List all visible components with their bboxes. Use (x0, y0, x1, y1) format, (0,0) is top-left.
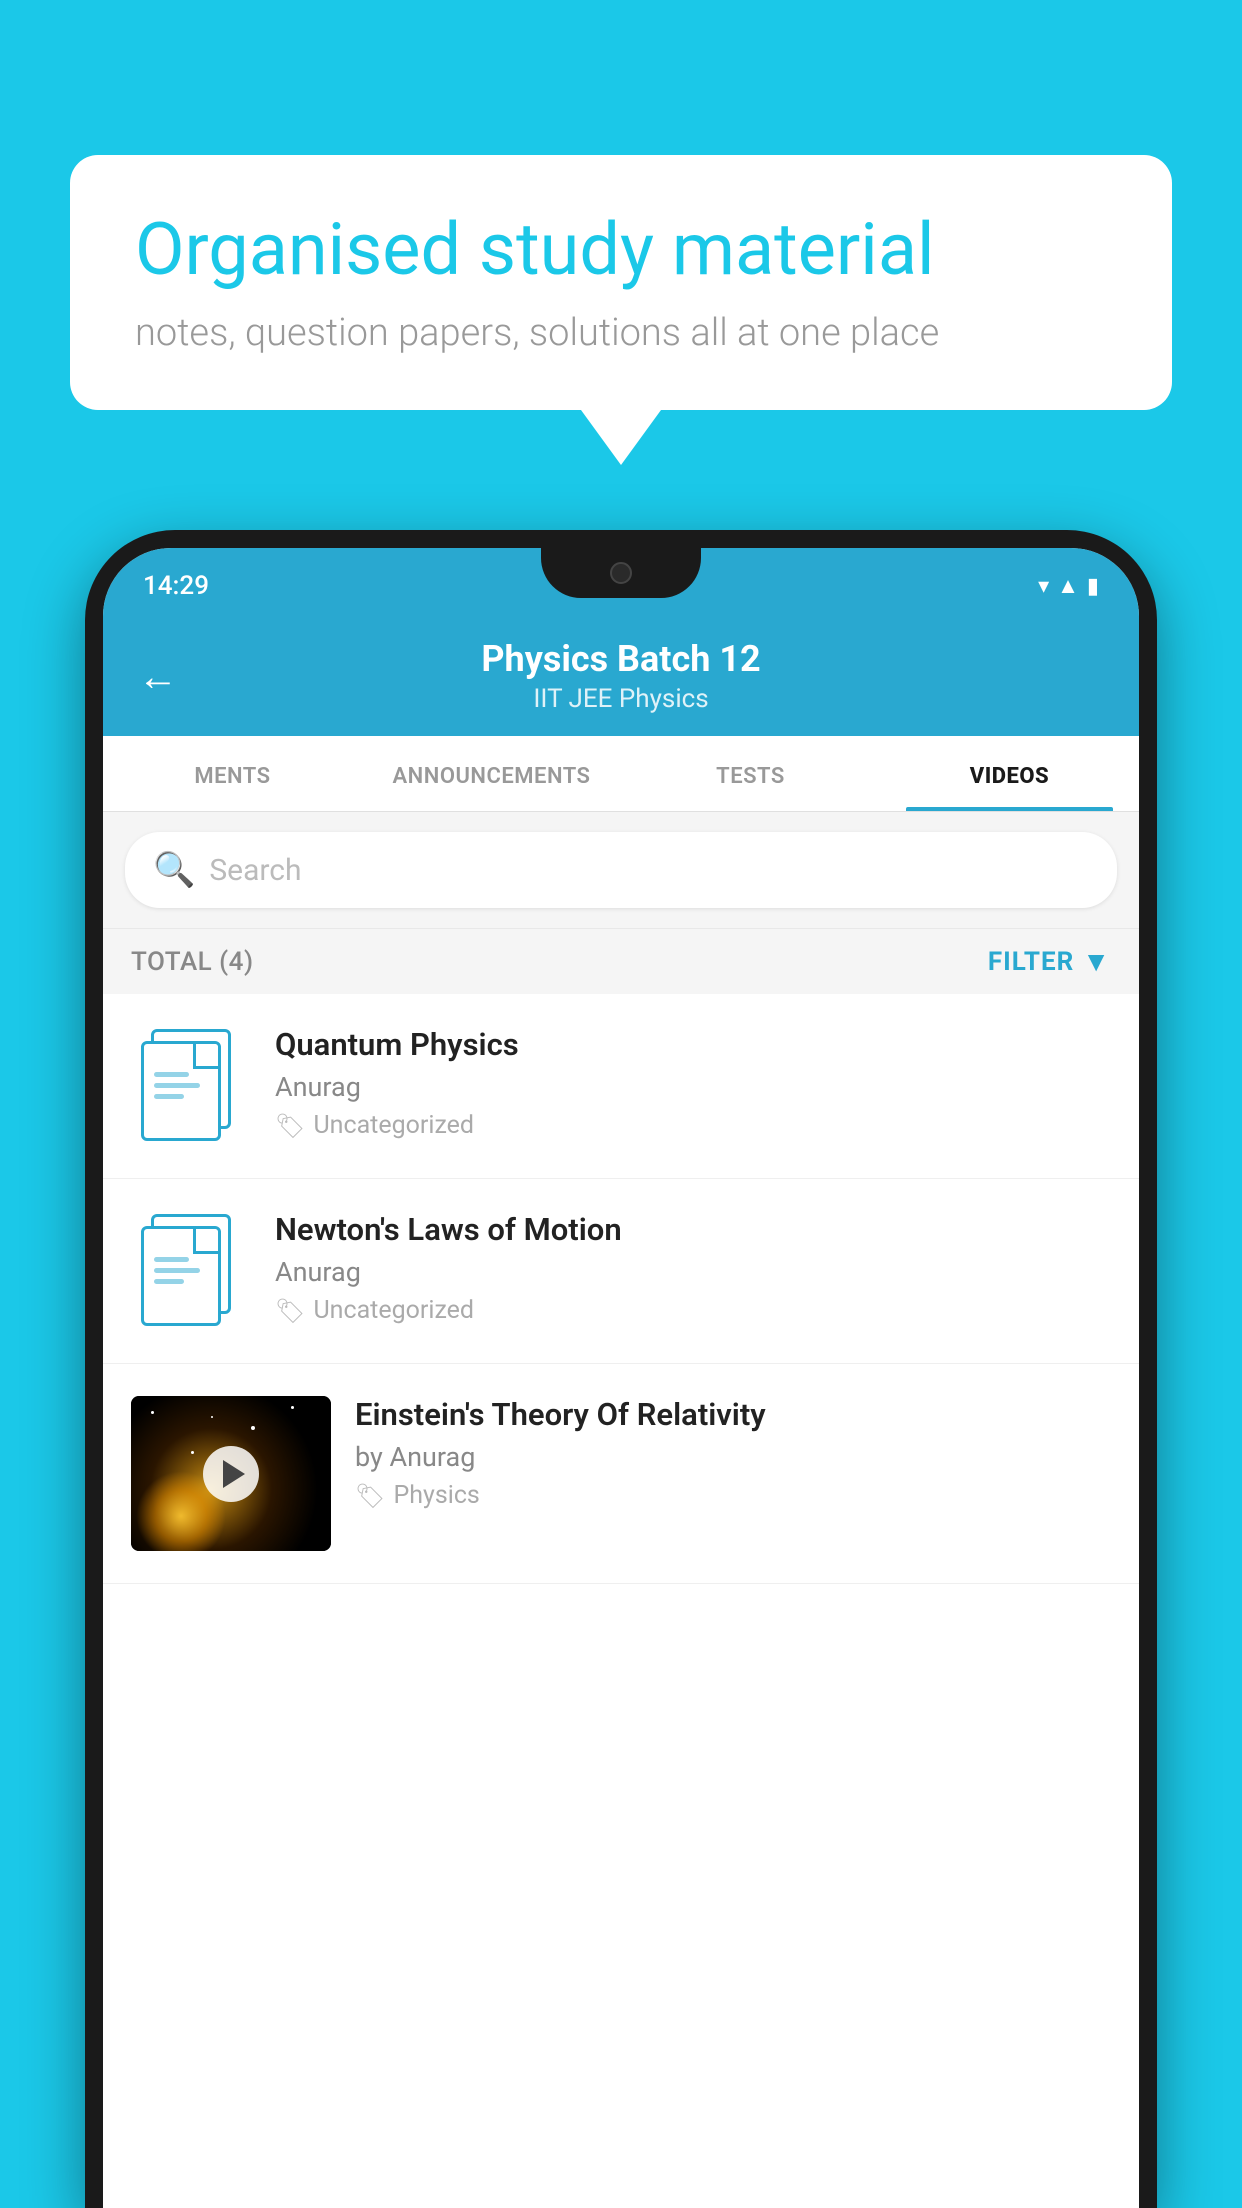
header-title: Physics Batch 12 (198, 638, 1044, 680)
phone-notch (541, 548, 701, 598)
filter-button[interactable]: FILTER ▼ (988, 945, 1111, 978)
speech-bubble-container: Organised study material notes, question… (70, 155, 1172, 465)
star (291, 1406, 294, 1409)
header-subtitle: IIT JEE Physics (198, 684, 1044, 714)
tab-announcements[interactable]: ANNOUNCEMENTS (362, 736, 621, 811)
tab-videos[interactable]: VIDEOS (880, 736, 1139, 811)
item-author-3: by Anurag (355, 1441, 1111, 1473)
item-author-1: Anurag (275, 1071, 1111, 1103)
filter-label: FILTER (988, 947, 1074, 977)
phone-frame: 14:29 ▾ ▲ ▮ ← Physics Batch 12 IIT JEE P… (85, 530, 1157, 2208)
item-video-thumbnail-3 (131, 1396, 331, 1551)
item-thumbnail-1 (131, 1026, 251, 1146)
wifi-icon: ▾ (1038, 574, 1049, 599)
speech-bubble-subtitle: notes, question papers, solutions all at… (135, 311, 1107, 355)
speech-bubble: Organised study material notes, question… (70, 155, 1172, 410)
star (211, 1416, 213, 1418)
phone-screen: 14:29 ▾ ▲ ▮ ← Physics Batch 12 IIT JEE P… (103, 548, 1139, 2208)
filter-bar: TOTAL (4) FILTER ▼ (103, 928, 1139, 994)
item-content-1: Quantum Physics Anurag 🏷 Uncategorized (275, 1026, 1111, 1140)
list-item[interactable]: Quantum Physics Anurag 🏷 Uncategorized (103, 994, 1139, 1179)
tab-tests[interactable]: TESTS (621, 736, 880, 811)
search-placeholder: Search (209, 853, 301, 888)
tag-icon-3: 🏷 (355, 1482, 385, 1510)
item-thumbnail-2 (131, 1211, 251, 1331)
tag-icon-2: 🏷 (275, 1297, 305, 1325)
star (151, 1411, 154, 1414)
star (251, 1426, 255, 1430)
item-title-2: Newton's Laws of Motion (275, 1211, 1111, 1248)
item-tag-1: 🏷 Uncategorized (275, 1111, 1111, 1140)
item-content-3: Einstein's Theory Of Relativity by Anura… (355, 1396, 1111, 1510)
item-title-1: Quantum Physics (275, 1026, 1111, 1063)
header-title-block: Physics Batch 12 IIT JEE Physics (198, 638, 1044, 714)
item-title-3: Einstein's Theory Of Relativity (355, 1396, 1111, 1433)
status-time: 14:29 (143, 571, 209, 601)
status-bar: 14:29 ▾ ▲ ▮ (103, 548, 1139, 618)
document-icon-1 (141, 1029, 241, 1144)
filter-icon: ▼ (1082, 945, 1111, 978)
signal-icon: ▲ (1057, 573, 1079, 599)
play-button-3[interactable] (203, 1446, 259, 1502)
item-tag-label-1: Uncategorized (313, 1111, 474, 1140)
speech-bubble-arrow (581, 410, 661, 465)
tag-icon-1: 🏷 (275, 1112, 305, 1140)
search-container: 🔍 Search (103, 812, 1139, 928)
list-item[interactable]: Einstein's Theory Of Relativity by Anura… (103, 1364, 1139, 1584)
tabs-bar: MENTS ANNOUNCEMENTS TESTS VIDEOS (103, 736, 1139, 812)
item-tag-label-3: Physics (393, 1481, 479, 1510)
search-input-wrapper[interactable]: 🔍 Search (125, 832, 1117, 908)
item-tag-2: 🏷 Uncategorized (275, 1296, 1111, 1325)
item-content-2: Newton's Laws of Motion Anurag 🏷 Uncateg… (275, 1211, 1111, 1325)
star (191, 1451, 194, 1454)
item-tag-label-2: Uncategorized (313, 1296, 474, 1325)
play-triangle-icon (223, 1460, 245, 1488)
camera-dot (610, 562, 632, 584)
app-header: ← Physics Batch 12 IIT JEE Physics (103, 618, 1139, 736)
search-icon: 🔍 (153, 850, 195, 890)
tab-ments[interactable]: MENTS (103, 736, 362, 811)
content-list: Quantum Physics Anurag 🏷 Uncategorized (103, 994, 1139, 2208)
item-tag-3: 🏷 Physics (355, 1481, 1111, 1510)
list-item[interactable]: Newton's Laws of Motion Anurag 🏷 Uncateg… (103, 1179, 1139, 1364)
document-icon-2 (141, 1214, 241, 1329)
item-author-2: Anurag (275, 1256, 1111, 1288)
total-count: TOTAL (4) (131, 947, 254, 977)
back-button[interactable]: ← (138, 653, 178, 700)
speech-bubble-title: Organised study material (135, 210, 1107, 289)
status-icons: ▾ ▲ ▮ (1038, 573, 1099, 599)
battery-icon: ▮ (1087, 574, 1099, 599)
